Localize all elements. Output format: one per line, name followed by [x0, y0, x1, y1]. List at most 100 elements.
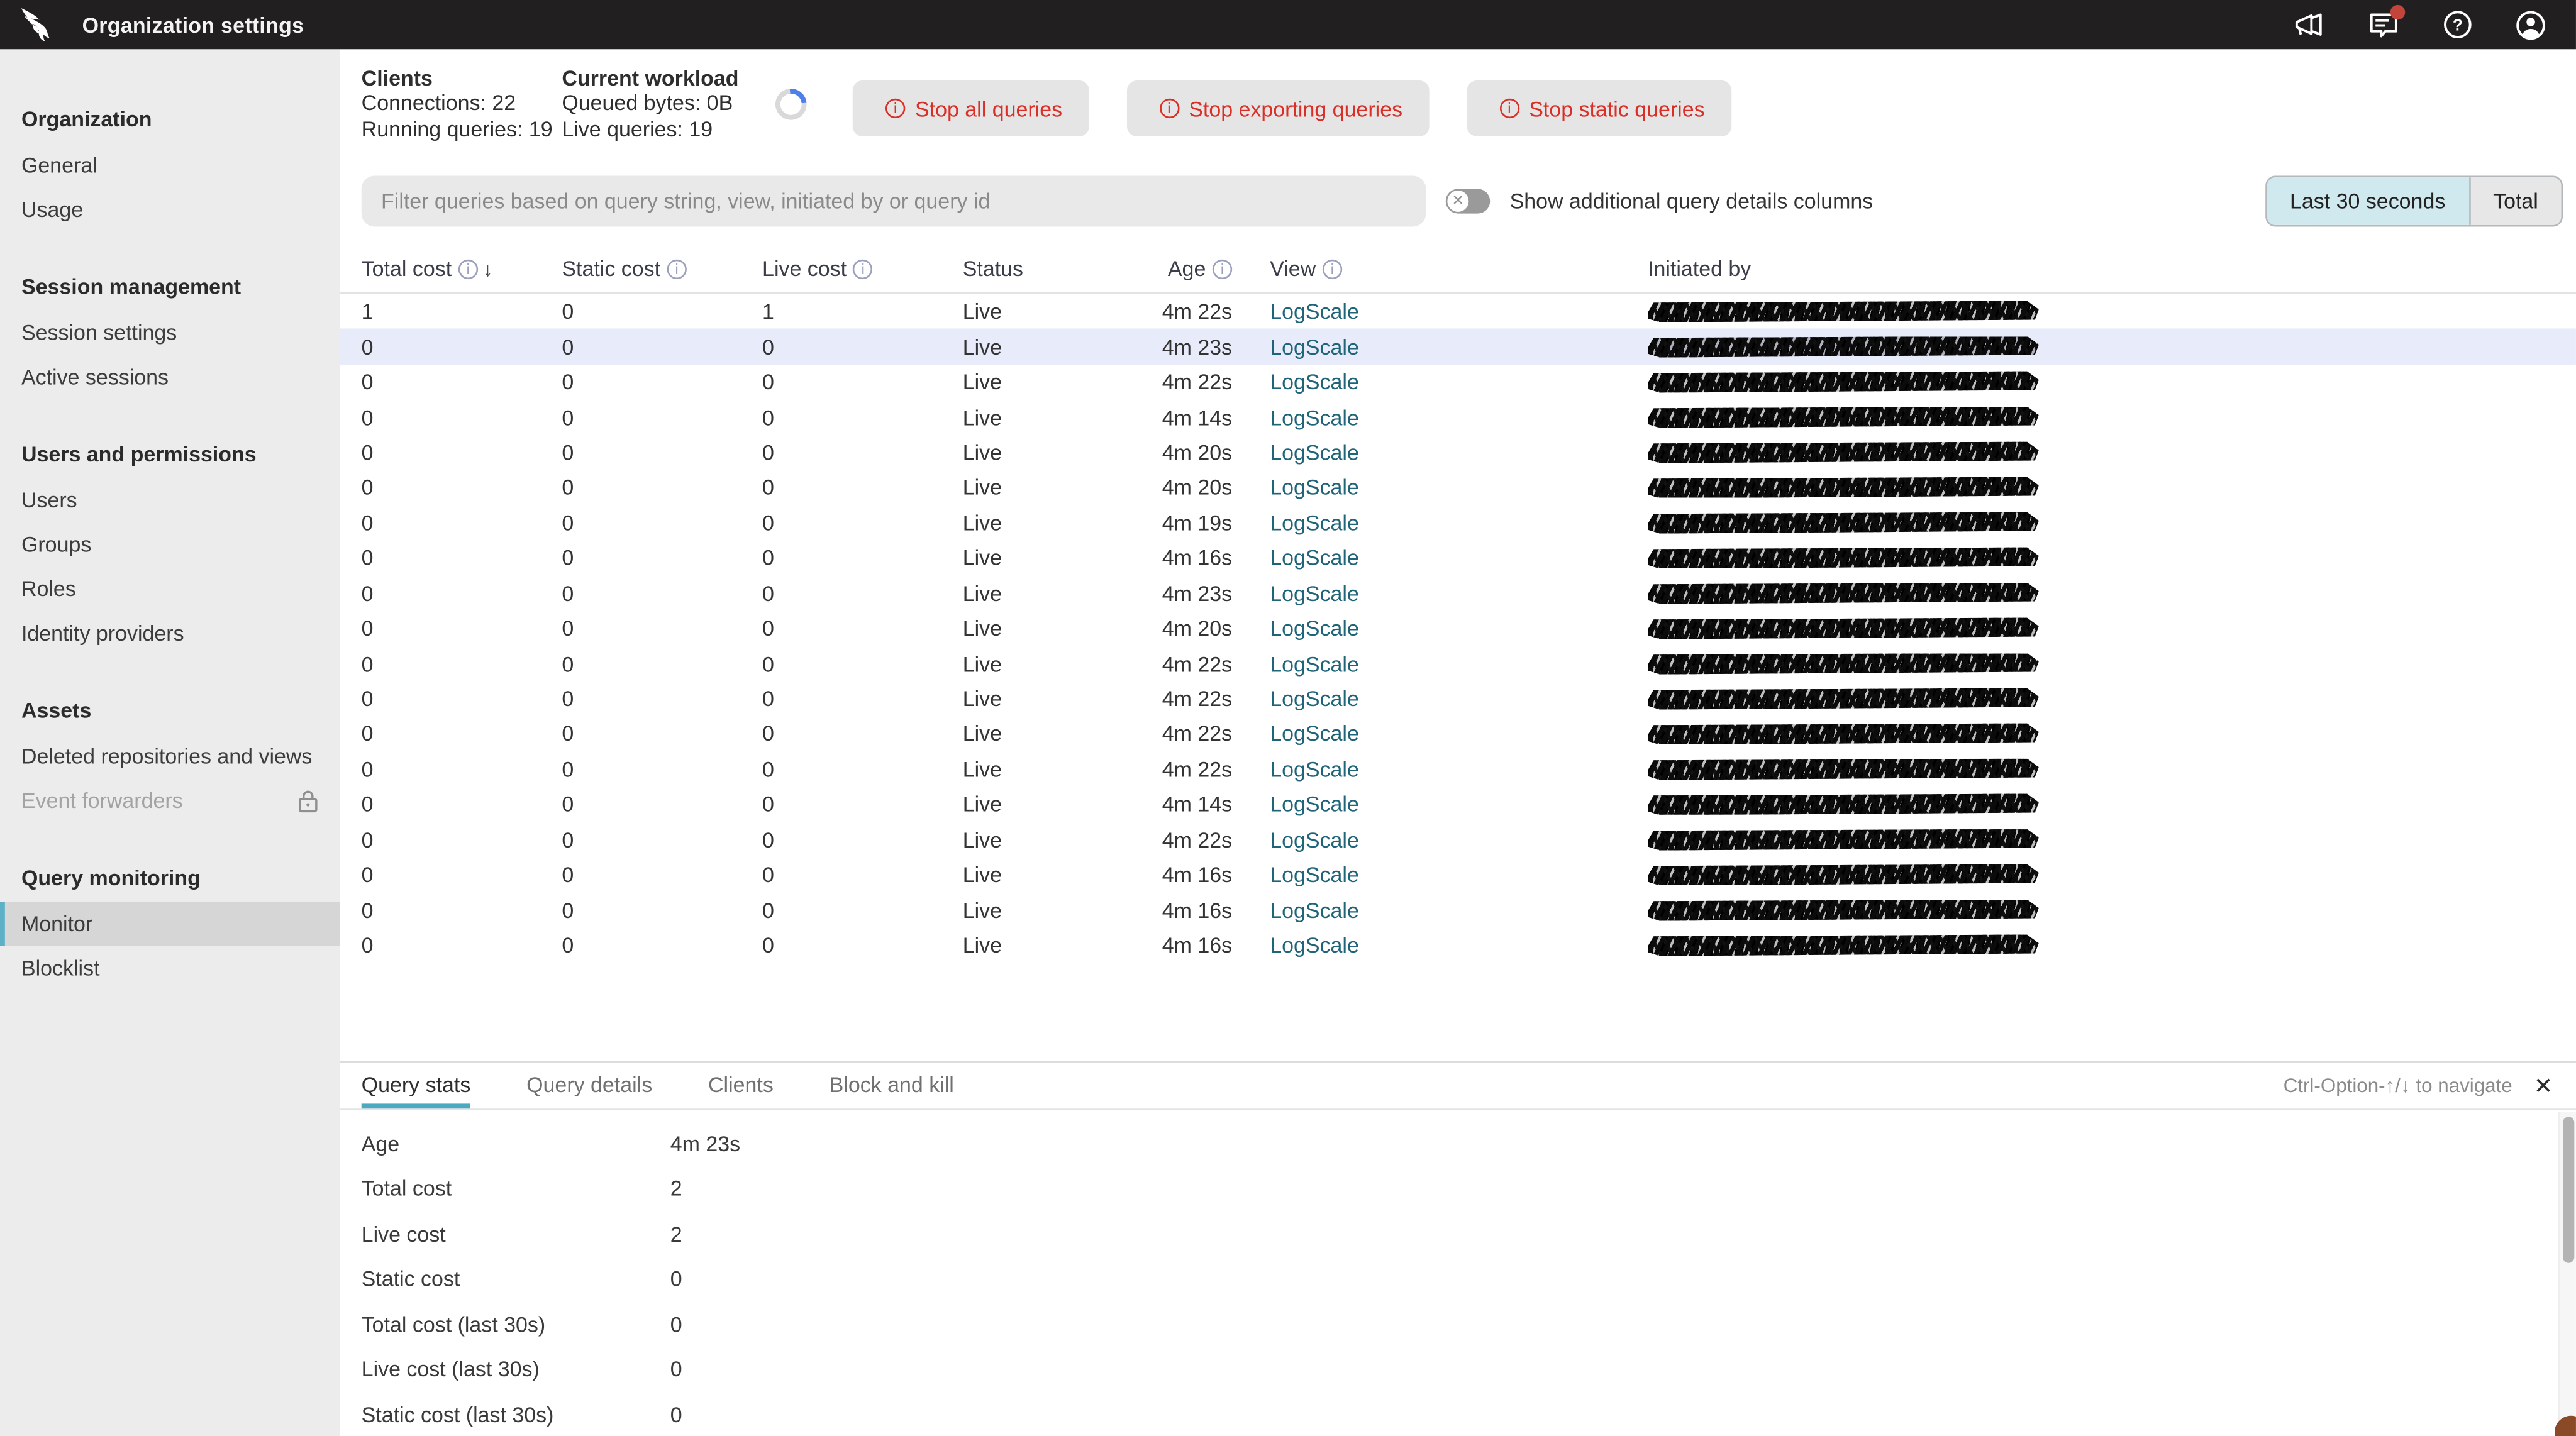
table-row[interactable]: 0 0 0 Live 4m 22s LogScale: [340, 717, 2576, 752]
redacted-initiated-by: [1648, 829, 2039, 851]
top-bar: Organization settings ?: [0, 0, 2576, 50]
column-header-age[interactable]: Age i: [1150, 257, 1233, 281]
sidebar-item-identity-providers[interactable]: Identity providers: [0, 611, 340, 656]
table-row[interactable]: 0 0 0 Live 4m 16s LogScale: [340, 893, 2576, 928]
sidebar-item-usage[interactable]: Usage: [0, 187, 340, 232]
additional-columns-toggle[interactable]: ✕: [1445, 189, 1491, 214]
stop-all-queries-button[interactable]: i Stop all queries: [852, 80, 1089, 136]
info-icon[interactable]: i: [667, 259, 687, 280]
table-row[interactable]: 0 0 0 Live 4m 22s LogScale: [340, 365, 2576, 400]
sidebar-item-deleted-repositories-and-views[interactable]: Deleted repositories and views: [0, 734, 340, 779]
sidebar-item-general[interactable]: General: [0, 143, 340, 187]
table-row[interactable]: 0 0 0 Live 4m 16s LogScale: [340, 858, 2576, 893]
table-row[interactable]: 0 0 0 Live 4m 14s LogScale: [340, 787, 2576, 822]
cell-view: LogScale: [1270, 440, 1648, 465]
stop-static-queries-button[interactable]: i Stop static queries: [1466, 80, 1731, 136]
table-row[interactable]: 0 0 0 Live 4m 22s LogScale: [340, 822, 2576, 858]
stop-exporting-queries-button[interactable]: i Stop exporting queries: [1126, 80, 1429, 136]
query-filter-input[interactable]: [361, 175, 1426, 227]
query-stats-list: Age 4m 23s Total cost 2 Live cost 2 Static cos…: [340, 1110, 2576, 1436]
view-link[interactable]: LogScale: [1270, 722, 1359, 746]
table-row[interactable]: 0 0 0 Live 4m 23s LogScale: [340, 329, 2576, 365]
view-link[interactable]: LogScale: [1270, 827, 1359, 852]
close-icon[interactable]: ✕: [2534, 1073, 2553, 1096]
table-row[interactable]: 0 0 0 Live 4m 20s LogScale: [340, 611, 2576, 646]
details-scrollbar[interactable]: [2558, 1111, 2576, 1436]
account-icon[interactable]: [2515, 9, 2546, 40]
info-icon[interactable]: i: [1212, 259, 1233, 280]
table-row[interactable]: 0 0 0 Live 4m 23s LogScale: [340, 576, 2576, 611]
info-icon[interactable]: i: [458, 259, 478, 280]
sidebar-item-blocklist[interactable]: Blocklist: [0, 946, 340, 991]
tab-block-and-kill[interactable]: Block and kill: [830, 1062, 954, 1108]
sidebar-item-roles[interactable]: Roles: [0, 566, 340, 611]
column-header-static-cost[interactable]: Static cost i: [562, 257, 762, 281]
column-header-initiated-by[interactable]: Initiated by: [1648, 257, 2576, 281]
cell-age: 4m 14s: [1162, 792, 1233, 817]
tab-query-details[interactable]: Query details: [526, 1062, 652, 1108]
view-link[interactable]: LogScale: [1270, 651, 1359, 676]
sidebar-section-header: Session management: [21, 274, 242, 299]
overview-strip: Clients Connections: 22 Running queries: 1…: [340, 49, 2576, 157]
view-link[interactable]: LogScale: [1270, 687, 1359, 711]
cell-live-cost: 0: [762, 827, 774, 853]
sidebar-item-session-settings[interactable]: Session settings: [0, 311, 340, 355]
table-row[interactable]: 0 0 0 Live 4m 19s LogScale: [340, 505, 2576, 541]
sidebar-item-active-sessions[interactable]: Active sessions: [0, 355, 340, 399]
redacted-initiated-by: [1648, 512, 2039, 534]
view-link[interactable]: LogScale: [1270, 334, 1359, 359]
help-icon[interactable]: ?: [2441, 9, 2473, 40]
cell-view: LogScale: [1270, 511, 1648, 535]
view-link[interactable]: LogScale: [1270, 440, 1359, 465]
view-link[interactable]: LogScale: [1270, 405, 1359, 429]
redacted-initiated-by: [1648, 582, 2039, 604]
column-header-total-cost[interactable]: Total cost i ↓: [362, 257, 562, 281]
cell-age: 4m 19s: [1162, 510, 1233, 536]
table-row[interactable]: 0 0 0 Live 4m 22s LogScale: [340, 646, 2576, 682]
view-link[interactable]: LogScale: [1270, 863, 1359, 887]
view-link[interactable]: LogScale: [1270, 546, 1359, 570]
filter-row: ✕ Show additional query details columns …: [340, 175, 2576, 227]
table-row[interactable]: 1 0 1 Live 4m 22s LogScale: [340, 294, 2576, 329]
table-row[interactable]: 0 0 0 Live 4m 20s LogScale: [340, 435, 2576, 470]
view-link[interactable]: LogScale: [1270, 933, 1359, 958]
sidebar-item-groups[interactable]: Groups: [0, 522, 340, 567]
crowdstrike-falcon-logo-icon[interactable]: [19, 6, 59, 42]
sidebar-item-users[interactable]: Users: [0, 478, 340, 522]
range-option-total[interactable]: Total: [2468, 177, 2562, 225]
view-link[interactable]: LogScale: [1270, 511, 1359, 535]
view-link[interactable]: LogScale: [1270, 299, 1359, 324]
details-scrollbar-thumb[interactable]: [2563, 1115, 2575, 1262]
sort-descending-icon[interactable]: ↓: [483, 258, 493, 281]
stat-row-static-cost: Static cost 0: [362, 1256, 2576, 1301]
sidebar-item-monitor[interactable]: Monitor: [0, 902, 340, 946]
view-link[interactable]: LogScale: [1270, 898, 1359, 922]
table-row[interactable]: 0 0 0 Live 4m 22s LogScale: [340, 752, 2576, 787]
column-header-status[interactable]: Status: [963, 257, 1150, 281]
cell-status: Live: [962, 545, 1002, 571]
info-icon[interactable]: i: [853, 259, 873, 280]
column-header-live-cost[interactable]: Live cost i: [762, 257, 963, 281]
view-link[interactable]: LogScale: [1270, 792, 1359, 817]
cell-view: LogScale: [1270, 651, 1648, 676]
range-option-last-30-seconds[interactable]: Last 30 seconds: [2267, 177, 2468, 225]
view-link[interactable]: LogScale: [1270, 370, 1359, 394]
view-link[interactable]: LogScale: [1270, 757, 1359, 782]
view-link[interactable]: LogScale: [1270, 616, 1359, 641]
table-row[interactable]: 0 0 0 Live 4m 22s LogScale: [340, 682, 2576, 717]
table-row[interactable]: 0 0 0 Live 4m 20s LogScale: [340, 470, 2576, 505]
table-row[interactable]: 0 0 0 Live 4m 14s LogScale: [340, 400, 2576, 435]
cell-static-cost: 0: [562, 404, 574, 430]
table-row[interactable]: 0 0 0 Live 4m 16s LogScale: [340, 541, 2576, 576]
megaphone-icon[interactable]: [2294, 9, 2325, 40]
view-link[interactable]: LogScale: [1270, 581, 1359, 605]
table-row[interactable]: 0 0 0 Live 4m 16s LogScale: [340, 928, 2576, 963]
cell-view: LogScale: [1270, 898, 1648, 922]
column-header-view[interactable]: View i: [1270, 257, 1648, 281]
tab-query-stats[interactable]: Query stats: [361, 1062, 471, 1108]
app-root: Organization settings ? Organization Gen…: [0, 0, 2576, 1436]
notifications-icon[interactable]: [2367, 4, 2406, 40]
view-link[interactable]: LogScale: [1270, 475, 1359, 500]
tab-clients[interactable]: Clients: [708, 1062, 774, 1108]
info-icon[interactable]: i: [1322, 259, 1343, 280]
